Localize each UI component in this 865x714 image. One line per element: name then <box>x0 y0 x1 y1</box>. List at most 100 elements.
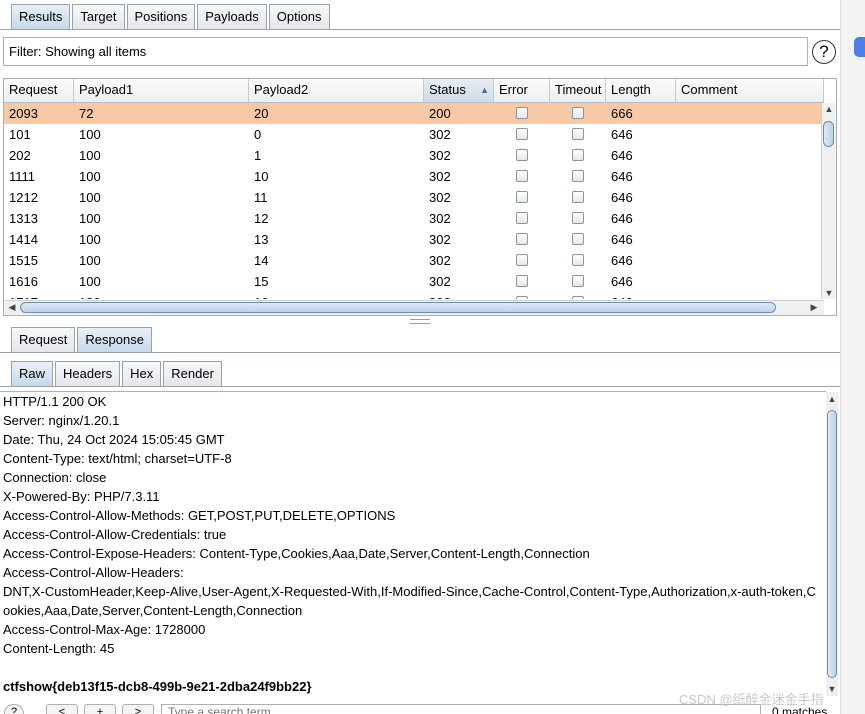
tab-render[interactable]: Render <box>163 361 222 387</box>
tab-target[interactable]: Target <box>72 4 125 30</box>
cell-length: 646 <box>611 274 633 289</box>
tab-headers[interactable]: Headers <box>55 361 121 387</box>
cell-request: 1515 <box>9 253 38 268</box>
response-line: Access-Control-Expose-Headers: Content-T… <box>3 546 590 561</box>
cell-payload2: 16 <box>249 292 268 299</box>
cell-status: 302 <box>429 148 451 163</box>
cell-payload2: 0 <box>254 127 262 142</box>
timeout-checkbox[interactable] <box>572 149 584 161</box>
cell-status: 302 <box>429 232 451 247</box>
timeout-checkbox[interactable] <box>572 128 584 140</box>
table-horizontal-scrollbar[interactable]: ◀ ▶ <box>4 300 824 315</box>
column-header-request[interactable]: Request <box>4 79 74 102</box>
pane-splitter-handle[interactable] <box>410 319 430 324</box>
tab-results[interactable]: Results <box>11 4 71 30</box>
response-scroll-down-arrow-icon[interactable]: ▼ <box>826 684 838 694</box>
tab-response[interactable]: Response <box>77 327 152 353</box>
cell-request: 101 <box>9 127 31 142</box>
response-vertical-scrollbar[interactable]: ▲ ▼ <box>826 392 838 696</box>
column-header-comment[interactable]: Comment <box>676 79 824 102</box>
scroll-down-arrow-icon[interactable]: ▼ <box>822 288 836 298</box>
table-row[interactable]: 1212 100 11 302 646 <box>4 187 824 208</box>
column-header-payload2[interactable]: Payload2 <box>249 79 424 102</box>
cell-length: 646 <box>611 127 633 142</box>
error-checkbox[interactable] <box>516 275 528 287</box>
table-vertical-scroll-thumb[interactable] <box>823 121 834 147</box>
timeout-checkbox[interactable] <box>572 191 584 203</box>
cell-comment <box>676 124 681 145</box>
table-row[interactable]: 2093 72 20 200 666 <box>4 103 824 124</box>
table-row[interactable]: 202 100 1 302 646 <box>4 145 824 166</box>
error-checkbox[interactable] <box>516 212 528 224</box>
top-tab-divider <box>0 29 840 30</box>
timeout-checkbox[interactable] <box>572 212 584 224</box>
tab-request[interactable]: Request <box>11 327 76 353</box>
column-header-label: Length <box>611 82 651 97</box>
error-checkbox[interactable] <box>516 149 528 161</box>
table-row[interactable]: 1111 100 10 302 646 <box>4 166 824 187</box>
error-checkbox[interactable] <box>516 170 528 182</box>
tab-raw[interactable]: Raw <box>11 361 54 387</box>
error-checkbox[interactable] <box>516 296 528 299</box>
response-line: Access-Control-Allow-Methods: GET,POST,P… <box>3 508 396 523</box>
error-checkbox[interactable] <box>516 128 528 140</box>
table-vertical-scrollbar[interactable]: ▲ ▼ <box>821 103 836 299</box>
filter-bar[interactable]: Filter: Showing all items <box>3 37 808 66</box>
column-header-error[interactable]: Error <box>494 79 550 102</box>
timeout-checkbox[interactable] <box>572 107 584 119</box>
cell-payload1: 100 <box>79 190 101 205</box>
response-vertical-scroll-thumb[interactable] <box>827 410 837 678</box>
response-line: HTTP/1.1 200 OK <box>3 394 107 409</box>
error-checkbox[interactable] <box>516 254 528 266</box>
column-header-payload1[interactable]: Payload1 <box>74 79 249 102</box>
table-row[interactable]: 1616 100 15 302 646 <box>4 271 824 292</box>
timeout-checkbox[interactable] <box>572 170 584 182</box>
bottom-help-icon[interactable]: ? <box>4 704 24 714</box>
response-body[interactable]: HTTP/1.1 200 OK Server: nginx/1.20.1 Date:… <box>0 391 826 702</box>
add-button[interactable]: + <box>84 704 116 714</box>
tab-positions[interactable]: Positions <box>126 4 196 30</box>
timeout-checkbox[interactable] <box>572 254 584 266</box>
table-row[interactable]: 1414 100 13 302 646 <box>4 229 824 250</box>
column-header-timeout[interactable]: Timeout <box>550 79 606 102</box>
help-icon[interactable]: ? <box>812 40 836 64</box>
response-scroll-up-arrow-icon[interactable]: ▲ <box>826 394 838 404</box>
column-header-status[interactable]: Status ▲ <box>424 79 494 102</box>
table-row[interactable]: 101 100 0 302 646 <box>4 124 824 145</box>
table-horizontal-scroll-thumb[interactable] <box>20 302 776 313</box>
timeout-checkbox[interactable] <box>572 296 584 299</box>
error-checkbox[interactable] <box>516 191 528 203</box>
cell-status: 302 <box>429 253 451 268</box>
column-header-length[interactable]: Length <box>606 79 676 102</box>
cell-status: 302 <box>429 169 451 184</box>
top-tab-bar: Results Target Positions Payloads Options <box>11 4 332 30</box>
cell-payload2: 1 <box>254 148 262 163</box>
error-checkbox[interactable] <box>516 107 528 119</box>
cell-request: 1111 <box>9 169 36 184</box>
next-match-button[interactable]: > <box>122 704 154 714</box>
tab-payloads[interactable]: Payloads <box>197 4 267 30</box>
previous-match-button[interactable]: < <box>46 704 78 714</box>
cell-request: 202 <box>9 148 31 163</box>
timeout-checkbox[interactable] <box>572 233 584 245</box>
column-header-label: Status <box>429 82 466 97</box>
table-row[interactable]: 1717 100 16 302 646 <box>4 292 824 299</box>
scroll-up-arrow-icon[interactable]: ▲ <box>822 104 836 114</box>
timeout-checkbox[interactable] <box>572 275 584 287</box>
response-line: Date: Thu, 24 Oct 2024 15:05:45 GMT <box>3 432 225 447</box>
cell-length: 646 <box>611 232 633 247</box>
scroll-left-arrow-icon[interactable]: ◀ <box>5 302 19 313</box>
scroll-right-arrow-icon[interactable]: ▶ <box>807 302 821 313</box>
table-row[interactable]: 1313 100 12 302 646 <box>4 208 824 229</box>
tab-hex[interactable]: Hex <box>122 361 162 387</box>
search-input[interactable] <box>161 704 761 714</box>
side-widget-icon[interactable] <box>854 37 865 57</box>
response-line: Server: nginx/1.20.1 <box>3 413 120 428</box>
results-table: Request Payload1 Payload2 Status ▲ Error Timeo… <box>3 78 837 316</box>
tab-options[interactable]: Options <box>268 4 330 30</box>
cell-length: 646 <box>611 211 633 226</box>
error-checkbox[interactable] <box>516 233 528 245</box>
table-header: Request Payload1 Payload2 Status ▲ Error Timeo… <box>4 79 824 103</box>
cell-payload1: 100 <box>74 292 101 299</box>
table-row[interactable]: 1515 100 14 302 646 <box>4 250 824 271</box>
